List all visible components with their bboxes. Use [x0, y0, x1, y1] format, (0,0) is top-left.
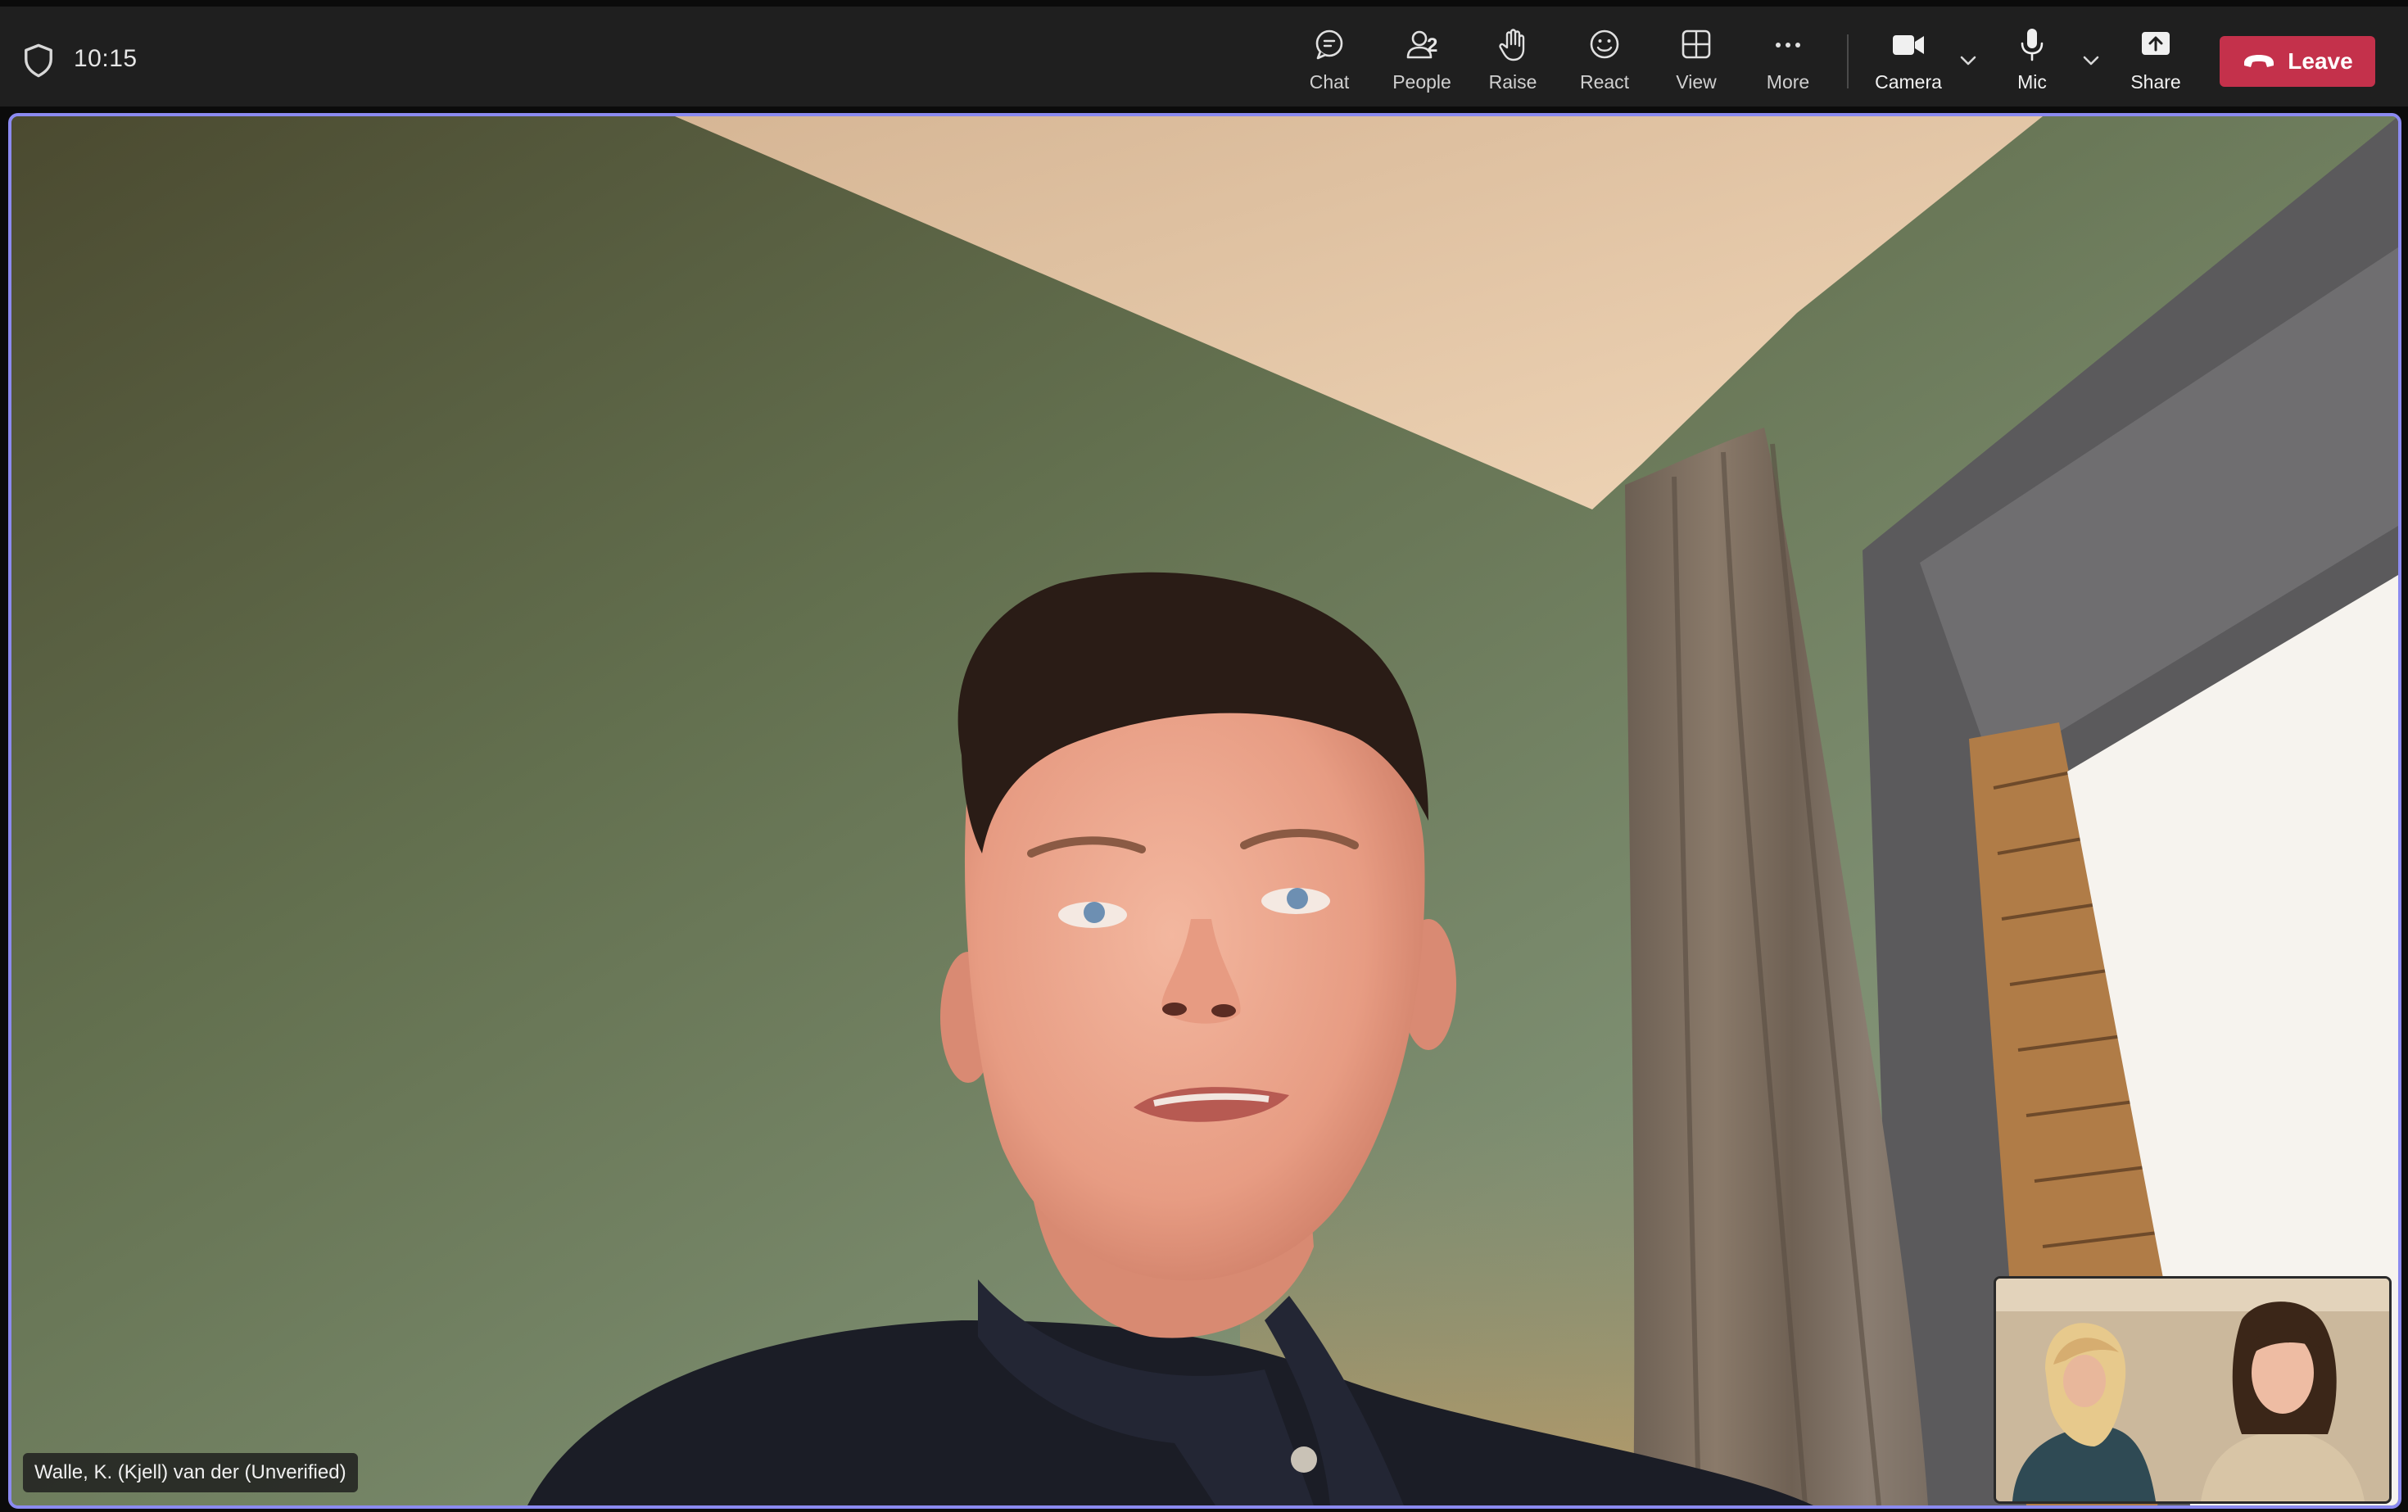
self-view-video[interactable] [1994, 1276, 2392, 1504]
mic-options-chevron-icon[interactable] [2079, 51, 2103, 70]
meeting-timer: 10:15 [74, 45, 138, 72]
hang-up-phone-icon [2244, 55, 2274, 67]
self-view-feed [1996, 1279, 2389, 1501]
raise-hand-button[interactable]: Raise [1467, 25, 1559, 100]
camera-options-chevron-icon[interactable] [1956, 51, 1980, 70]
share-button[interactable]: Share [2110, 25, 2202, 100]
microphone-icon [2021, 29, 2044, 61]
chat-label: Chat [1309, 71, 1350, 93]
people-button[interactable]: People [1376, 25, 1468, 100]
hand-icon [1499, 29, 1525, 61]
shield-icon[interactable] [21, 43, 56, 79]
meeting-toolbar: 10:15 Chat People 2 Raise React View Mor… [0, 7, 2408, 106]
participant-count-badge: 2 [1427, 34, 1438, 57]
more-label: More [1766, 71, 1810, 93]
chat-icon [1315, 29, 1343, 60]
people-label: People [1392, 71, 1451, 93]
view-label: View [1676, 71, 1717, 93]
video-camera-icon [1893, 35, 1924, 55]
more-button[interactable]: More [1742, 25, 1834, 100]
react-button[interactable]: React [1559, 25, 1650, 100]
participant-name-label: Walle, K. (Kjell) van der (Unverified) [23, 1453, 358, 1492]
raise-label: Raise [1488, 71, 1537, 93]
share-screen-icon [2142, 32, 2170, 55]
view-button[interactable]: View [1650, 25, 1742, 100]
camera-button[interactable]: Camera [1863, 25, 1954, 100]
mic-button[interactable]: Mic [1986, 25, 2078, 100]
camera-label: Camera [1875, 71, 1942, 93]
react-label: React [1579, 71, 1630, 93]
leave-button[interactable]: Leave [2220, 36, 2375, 87]
toolbar-divider [1847, 34, 1849, 88]
grid-view-icon [1682, 29, 1711, 59]
mic-label: Mic [2017, 71, 2047, 93]
smiley-icon [1590, 29, 1619, 59]
chat-button[interactable]: Chat [1283, 25, 1375, 100]
share-label: Share [2130, 71, 2181, 93]
leave-label: Leave [2288, 48, 2353, 74]
more-dots-icon [1776, 43, 1800, 48]
